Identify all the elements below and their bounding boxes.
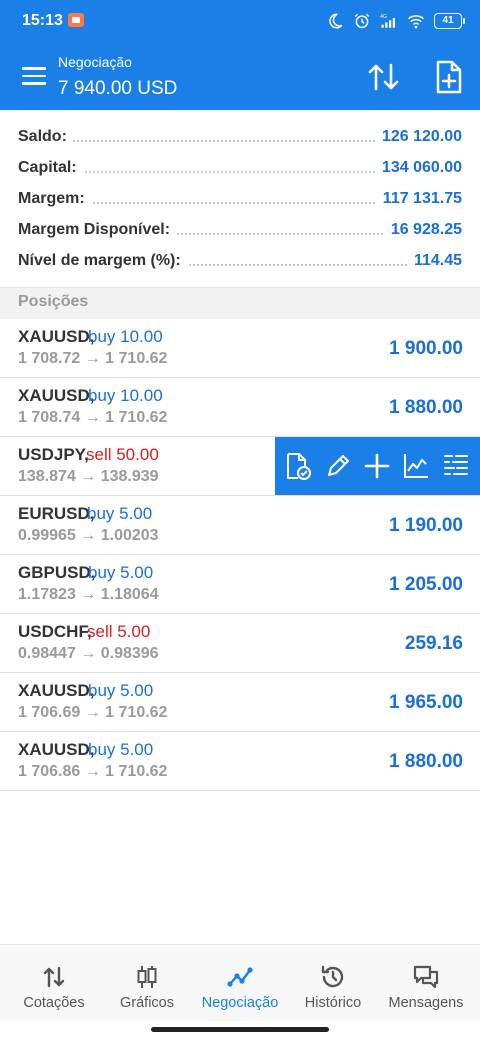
nav-label: Histórico <box>304 995 362 1011</box>
position-symbol: XAUUSD, <box>18 681 95 700</box>
close-position-icon[interactable] <box>283 451 313 481</box>
summary-value: 134 060.00 <box>375 159 462 177</box>
position-row[interactable]: EURUSD, buy 5.00 0.99965 → 1.00203 1 190… <box>0 496 480 555</box>
position-type: buy 10.00 <box>88 327 163 346</box>
position-symbol: EURUSD, <box>18 504 95 523</box>
summary-label: Capital: <box>18 159 83 177</box>
nav-messages[interactable]: Mensagens <box>378 945 474 1021</box>
position-type: buy 5.00 <box>88 740 154 759</box>
add-icon[interactable] <box>362 451 392 481</box>
position-row-selected[interactable]: USDJPY, sell 50.00 138.874 → 138.939 <box>0 437 480 496</box>
position-row[interactable]: GBPUSD, buy 5.00 1.17823 → 1.18064 1 205… <box>0 555 480 614</box>
charts-icon <box>137 966 157 988</box>
nav-history[interactable]: Histórico <box>285 945 381 1021</box>
nav-trade[interactable]: Negociação <box>192 945 288 1021</box>
alarm-icon <box>354 13 370 29</box>
nav-quotes[interactable]: Cotações <box>6 945 102 1021</box>
wifi-icon <box>408 15 424 29</box>
position-type: sell 5.00 <box>87 622 151 641</box>
app-bar: Negociação 7 940.00 USD <box>0 42 480 110</box>
summary-value: 126 120.00 <box>375 128 462 146</box>
messages-icon <box>413 965 439 989</box>
trade-icon <box>227 967 253 987</box>
nav-charts[interactable]: Gráficos <box>99 945 195 1021</box>
position-profit: 259.16 <box>404 633 463 654</box>
summary-label: Margem Disponível: <box>18 221 177 239</box>
position-profit: 1 880.00 <box>389 751 463 772</box>
position-prices: 1 708.74 → 1 710.62 <box>18 409 168 426</box>
network-label: 4G <box>380 14 387 20</box>
quotes-icon <box>43 966 65 988</box>
position-type: buy 5.00 <box>87 504 153 523</box>
chart-icon[interactable] <box>401 451 431 481</box>
position-symbol: XAUUSD, <box>18 327 95 346</box>
nav-label: Negociação <box>201 995 279 1011</box>
screen-record-icon <box>68 13 84 27</box>
account-summary: Saldo: 126 120.00 Capital: 134 060.00 Ma… <box>0 120 480 275</box>
summary-value: 117 131.75 <box>376 190 462 208</box>
position-row[interactable]: XAUUSD, buy 10.00 1 708.72 → 1 710.62 1 … <box>0 319 480 378</box>
summary-value: 114.45 <box>407 252 462 270</box>
status-icons: 4G 41 <box>326 10 465 32</box>
position-prices: 1.17823 → 1.18064 <box>18 586 159 603</box>
signal-icon: 4G <box>380 14 395 28</box>
summary-row-margin: Margem: 117 131.75 <box>0 182 480 213</box>
position-profit: 1 205.00 <box>389 574 463 595</box>
summary-row-margin-level: Nível de margem (%): 114.45 <box>0 244 480 275</box>
menu-button[interactable] <box>20 64 48 88</box>
history-icon <box>321 965 344 988</box>
positions-section-header: Posições <box>0 287 480 320</box>
battery-icon: 41 <box>434 13 465 29</box>
position-type: sell 50.00 <box>86 445 159 464</box>
position-prices: 1 706.69 → 1 710.62 <box>18 704 168 721</box>
position-row[interactable]: XAUUSD, buy 5.00 1 706.86 → 1 710.62 1 8… <box>0 732 480 791</box>
nav-label: Cotações <box>23 995 85 1011</box>
position-type: buy 5.00 <box>88 681 154 700</box>
account-profit-title: 7 940.00 USD <box>58 78 178 99</box>
position-symbol: GBPUSD, <box>18 563 96 582</box>
new-order-icon[interactable] <box>432 60 464 94</box>
status-time: 15:13 <box>22 12 63 29</box>
screen-subtitle: Negociação <box>58 54 132 70</box>
sort-icon[interactable] <box>366 62 402 92</box>
summary-row-equity: Capital: 134 060.00 <box>0 151 480 182</box>
bottom-navigation: Cotações Gráficos Negociação Histórico M… <box>0 944 480 1021</box>
nav-label: Mensagens <box>388 995 464 1011</box>
summary-label: Margem: <box>18 190 91 208</box>
position-prices: 0.98447 → 0.98396 <box>18 645 159 662</box>
position-profit: 1 965.00 <box>389 692 463 713</box>
positions-list: XAUUSD, buy 10.00 1 708.72 → 1 710.62 1 … <box>0 319 480 791</box>
position-symbol: XAUUSD, <box>18 386 95 405</box>
status-bar: 15:13 4G 41 <box>0 0 480 42</box>
summary-label: Nível de margem (%): <box>18 252 187 270</box>
position-profit: 1 900.00 <box>389 338 463 359</box>
position-row[interactable]: USDCHF, sell 5.00 0.98447 → 0.98396 259.… <box>0 614 480 673</box>
summary-label: Saldo: <box>18 128 73 146</box>
summary-row-free-margin: Margem Disponível: 16 928.25 <box>0 213 480 244</box>
position-profit: 1 880.00 <box>389 397 463 418</box>
position-type: buy 5.00 <box>88 563 154 582</box>
moon-icon <box>329 13 343 29</box>
position-prices: 0.99965 → 1.00203 <box>18 527 159 544</box>
position-row[interactable]: XAUUSD, buy 5.00 1 706.69 → 1 710.62 1 9… <box>0 673 480 732</box>
positions-header-label: Posições <box>18 293 89 310</box>
summary-value: 16 928.25 <box>384 221 462 239</box>
position-symbol: USDCHF, <box>18 622 92 641</box>
position-symbol: USDJPY, <box>18 445 89 464</box>
home-indicator[interactable] <box>151 1027 329 1032</box>
position-prices: 1 706.86 → 1 710.62 <box>18 763 168 780</box>
details-icon[interactable] <box>441 451 471 481</box>
nav-label: Gráficos <box>120 995 174 1011</box>
position-prices: 138.874 → 138.939 <box>18 468 159 485</box>
position-row[interactable]: XAUUSD, buy 10.00 1 708.74 → 1 710.62 1 … <box>0 378 480 437</box>
position-type: buy 10.00 <box>88 386 163 405</box>
position-profit: 1 190.00 <box>389 515 463 536</box>
edit-icon[interactable] <box>323 451 353 481</box>
position-symbol: XAUUSD, <box>18 740 95 759</box>
row-action-strip <box>275 437 480 495</box>
position-prices: 1 708.72 → 1 710.62 <box>18 350 168 367</box>
summary-row-balance: Saldo: 126 120.00 <box>0 120 480 151</box>
